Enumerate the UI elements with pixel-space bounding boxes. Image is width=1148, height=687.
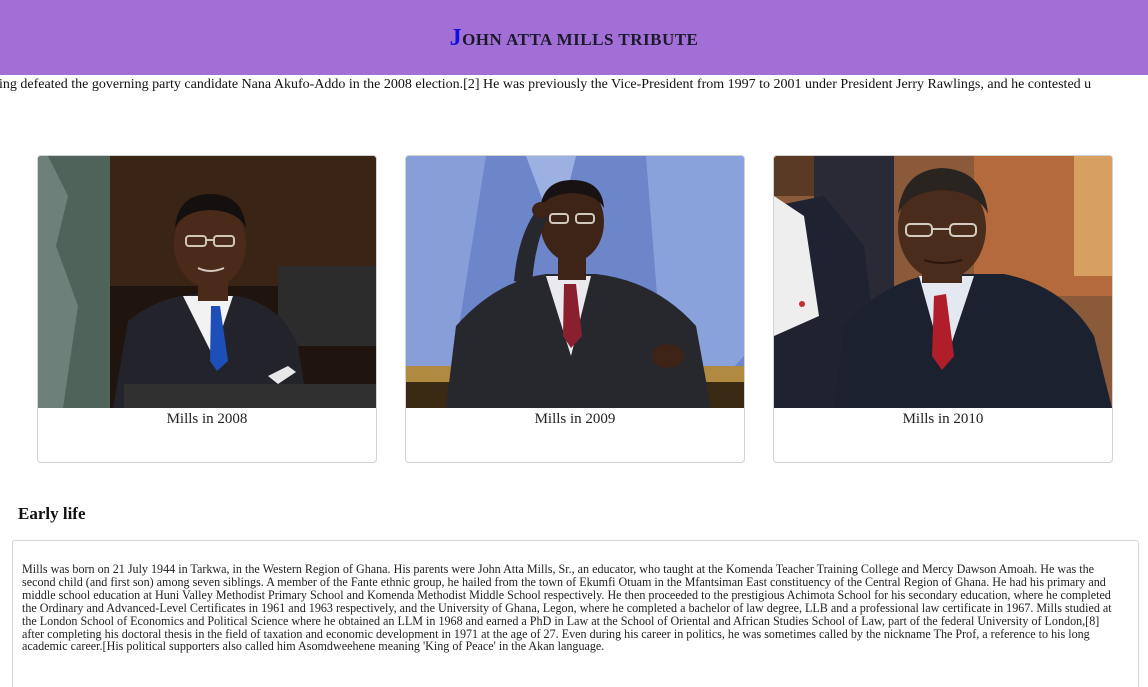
gallery-card-2010: Mills in 2010 <box>773 155 1113 463</box>
early-life-heading: Early life <box>18 504 86 523</box>
gallery-caption: Mills in 2008 <box>166 411 248 427</box>
early-life-paragraph: Mills was born on 21 July 1944 in Tarkwa… <box>22 562 1112 654</box>
gallery-card-2009: Mills in 2009 <box>405 155 745 463</box>
early-life-text-box: Mills was born on 21 July 1944 in Tarkwa… <box>12 540 1139 687</box>
title-initial: J <box>449 24 463 51</box>
gallery-caption: Mills in 2009 <box>534 411 616 427</box>
gallery-card-2008: Mills in 2008 <box>37 155 377 463</box>
scrolling-marquee: ving defeated the governing party candid… <box>0 76 1148 96</box>
mills-2008-photo <box>38 156 376 408</box>
page-title: JOHN ATTA MILLS TRIBUTE <box>450 26 699 50</box>
mills-2009-photo <box>406 156 744 408</box>
marquee-text: ving defeated the governing party candid… <box>0 77 1092 92</box>
title-rest: OHN ATTA MILLS TRIBUTE <box>462 29 699 49</box>
site-header: JOHN ATTA MILLS TRIBUTE <box>0 0 1148 75</box>
mills-2010-photo <box>774 156 1112 408</box>
gallery-caption: Mills in 2010 <box>902 411 984 427</box>
